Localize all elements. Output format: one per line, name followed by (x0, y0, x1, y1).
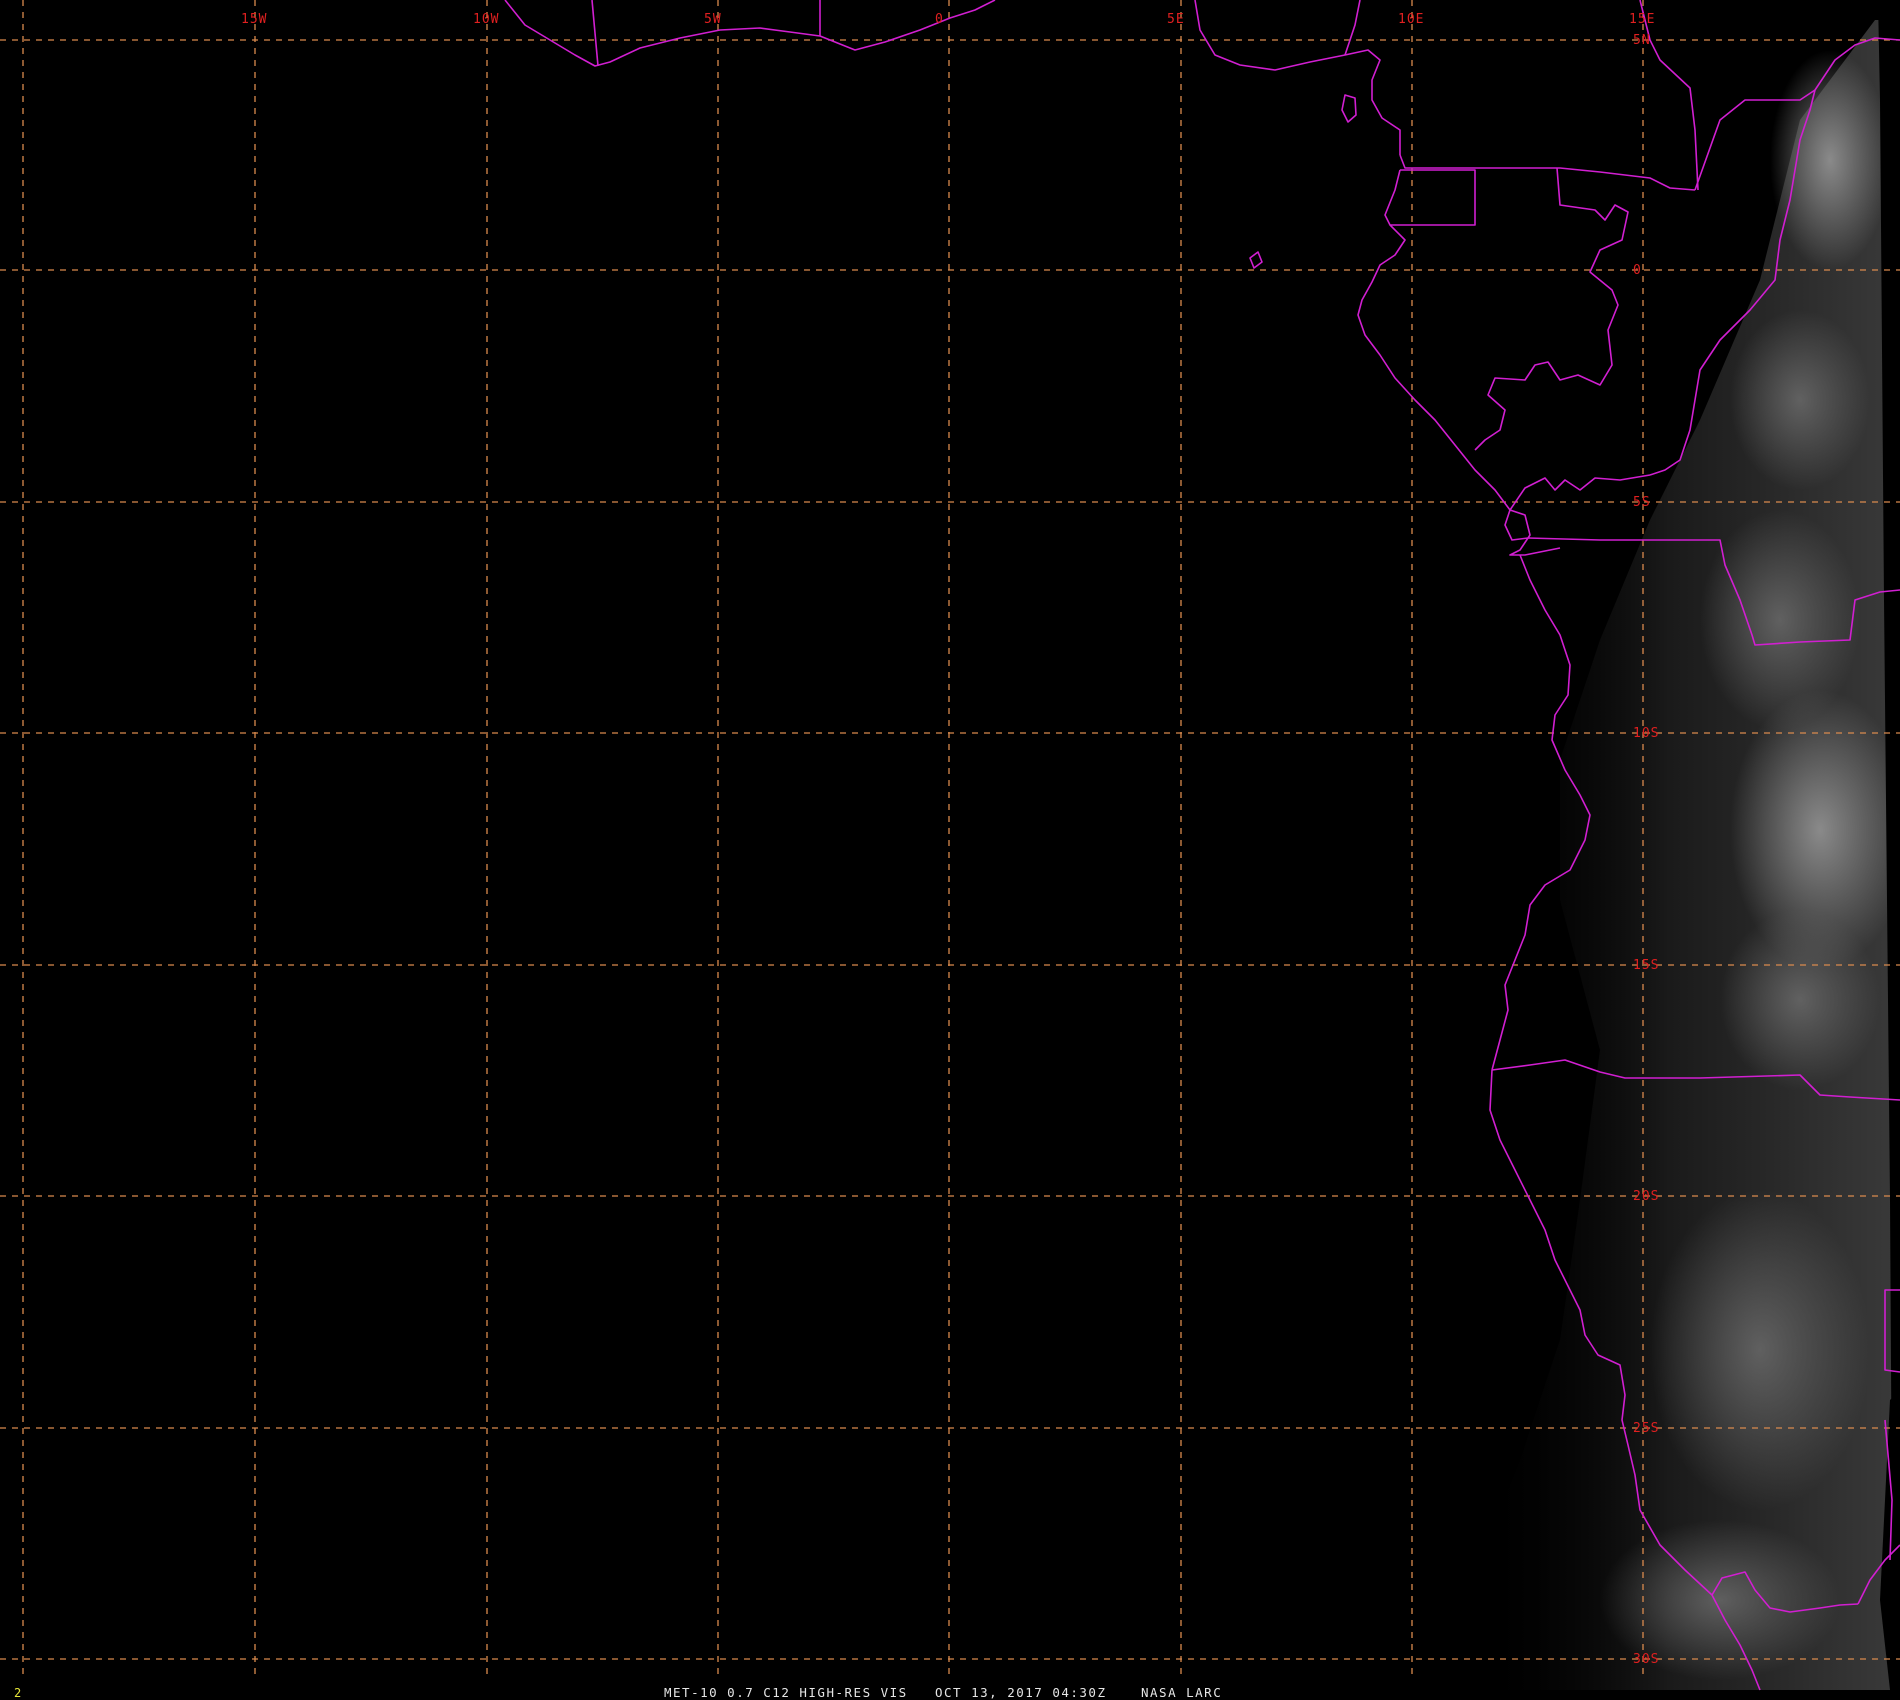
cloud-cluster (1770, 50, 1890, 270)
border-segment (1509, 537, 1561, 556)
coastline-gulf-of-guinea (1194, 0, 1401, 155)
coastline-gabon (1357, 169, 1511, 511)
satellite-map: 15W 10W 5W 0 5E 10E 15E 5N 0 5S 10S 15S … (0, 0, 1900, 1700)
lat-label-5n: 5N (1633, 33, 1651, 48)
coastline-west-africa (504, 0, 996, 67)
cloud-cluster (1720, 910, 1880, 1090)
border-segment (1344, 0, 1361, 56)
lon-label-5e: 5E (1167, 12, 1185, 27)
imagery-layer (1480, 0, 1900, 1690)
lon-label-15w: 15W (241, 12, 267, 27)
island-sao-tome (1249, 251, 1263, 269)
lon-label-10e: 10E (1398, 12, 1424, 27)
lat-label-25s: 25S (1633, 1421, 1659, 1436)
lat-label-15s: 15S (1633, 958, 1659, 973)
lon-label-5w: 5W (704, 12, 722, 27)
border-equatorial-guinea (1390, 169, 1476, 226)
island-bioko (1341, 94, 1357, 123)
border-gabon (1474, 167, 1629, 451)
lat-label-5s: 5S (1633, 495, 1651, 510)
lon-label-0: 0 (935, 12, 944, 27)
caption-source: NASA LARC (1141, 1685, 1222, 1700)
border-segment (1639, 0, 1699, 191)
lon-label-10w: 10W (473, 12, 499, 27)
border-segment (591, 0, 599, 67)
lat-label-30s: 30S (1633, 1652, 1659, 1667)
caption-datetime: OCT 13, 2017 04:30Z (935, 1685, 1107, 1700)
lat-label-20s: 20S (1633, 1189, 1659, 1204)
border-cameroon (1399, 154, 1696, 191)
map-canvas: 15W 10W 5W 0 5E 10E 15E 5N 0 5S 10S 15S … (0, 0, 1900, 1700)
frame-number: 2 (14, 1686, 21, 1700)
border-cabinda (1504, 509, 1531, 541)
border-congo (1509, 474, 1651, 511)
caption-instrument: MET-10 0.7 C12 HIGH-RES VIS (664, 1685, 908, 1700)
lon-label-15e: 15E (1629, 12, 1655, 27)
cloud-cluster (1730, 310, 1870, 490)
cloud-cluster (1650, 1190, 1870, 1510)
lat-label-10s: 10S (1633, 726, 1659, 741)
lat-label-0: 0 (1633, 263, 1642, 278)
